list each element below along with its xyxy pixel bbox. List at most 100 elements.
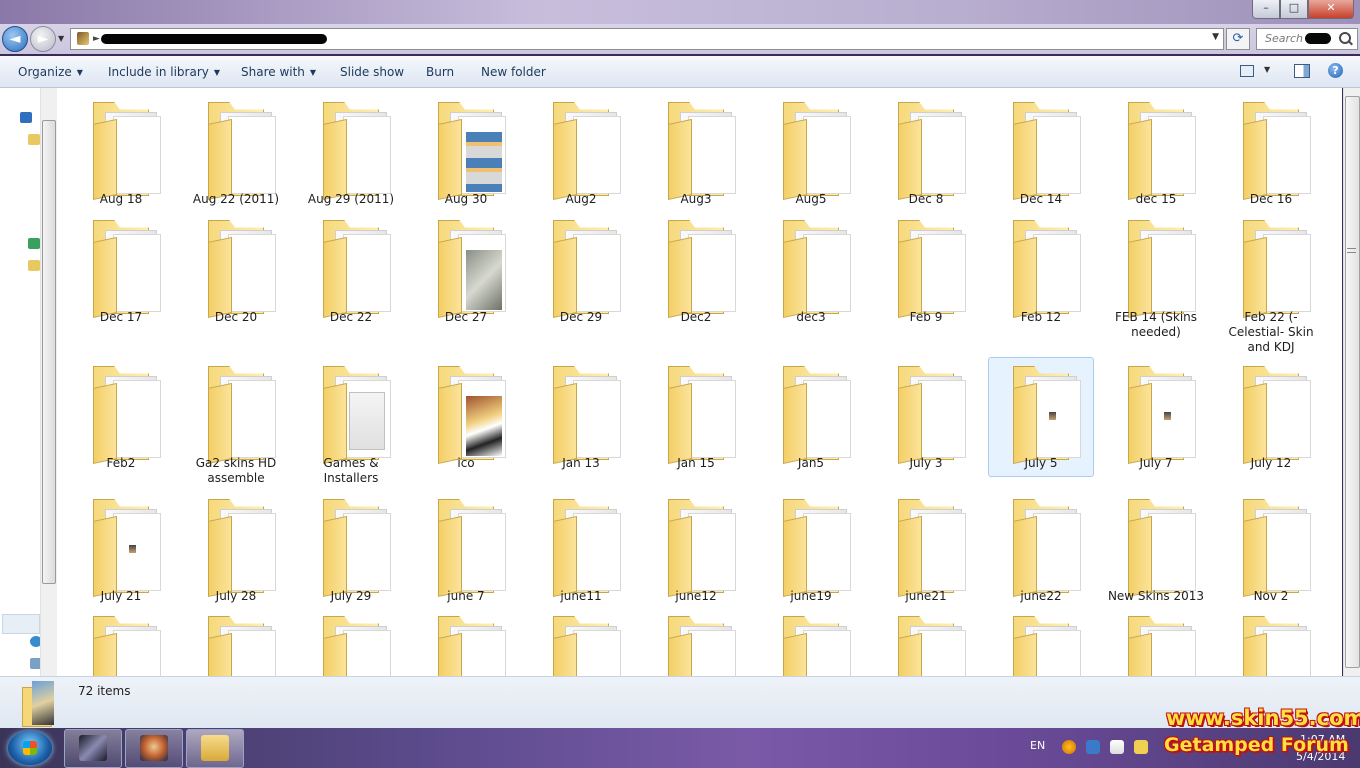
selected-nav-item[interactable] [2, 614, 40, 634]
folder-label: Aug2 [565, 192, 597, 206]
content-scrollbar-thumb[interactable] [1345, 96, 1360, 668]
forward-button[interactable]: ► [30, 26, 56, 52]
folder-item[interactable]: Aug 30 [414, 94, 518, 212]
folder-label: July 12 [1250, 456, 1292, 470]
folder-item[interactable]: Dec 20 [184, 212, 288, 352]
folder-item[interactable]: june11 [529, 491, 633, 609]
folder-item[interactable]: Dec 17 [69, 212, 173, 352]
change-view-icon[interactable] [1240, 65, 1254, 77]
folder-item[interactable]: dec3 [759, 212, 863, 352]
maximize-button[interactable]: □ [1280, 0, 1308, 19]
language-indicator[interactable]: EN [1030, 739, 1045, 752]
slide-show-button[interactable]: Slide show [340, 65, 404, 79]
folder-item[interactable]: Jan 13 [529, 358, 633, 476]
folder-item[interactable] [874, 608, 978, 676]
action-center-flag-icon[interactable] [1110, 740, 1124, 754]
folder-item[interactable] [184, 608, 288, 676]
recent-pages-dropdown[interactable]: ▼ [58, 34, 64, 43]
folder-item[interactable]: Dec 29 [529, 212, 633, 352]
network-folder-icon[interactable] [28, 134, 40, 145]
computer-icon[interactable] [20, 112, 32, 123]
tray-tool-icon[interactable] [1134, 740, 1148, 754]
tray-display-icon[interactable] [1086, 740, 1100, 754]
address-row: ◄ ► ▼ ► ▼ ⟳ Search [0, 24, 1360, 54]
close-button[interactable]: ✕ [1308, 0, 1354, 19]
folder-item[interactable]: Aug 18 [69, 94, 173, 212]
folder-item[interactable]: june21 [874, 491, 978, 609]
search-icon[interactable] [1339, 32, 1351, 44]
folder-thumbnail-icon [22, 681, 58, 727]
folder-item[interactable] [1104, 608, 1208, 676]
folder-item[interactable] [644, 608, 748, 676]
folder-item[interactable]: July 28 [184, 491, 288, 609]
refresh-button[interactable]: ⟳ [1226, 28, 1250, 50]
folder-item[interactable]: Feb 12 [989, 212, 1093, 352]
taskbar-app-game[interactable] [64, 729, 122, 768]
folder-item[interactable]: Dec 22 [299, 212, 403, 352]
folder-item[interactable]: FEB 14 (Skins needed) [1104, 212, 1208, 352]
folder-item[interactable]: Jan5 [759, 358, 863, 476]
folder-item[interactable]: Feb 9 [874, 212, 978, 352]
folder-icon[interactable] [28, 260, 40, 271]
folder-item[interactable]: Aug 29 (2011) [299, 94, 403, 212]
folder-item[interactable]: Feb 22 (-Celestial- Skin and KDJ [1219, 212, 1323, 354]
folder-item[interactable]: Dec 27 [414, 212, 518, 352]
folder-item[interactable] [1219, 608, 1323, 676]
folder-item[interactable]: July 5 [988, 357, 1094, 477]
folder-item[interactable]: Dec 16 [1219, 94, 1323, 212]
folder-item[interactable]: July 3 [874, 358, 978, 476]
folder-item[interactable] [529, 608, 633, 676]
preview-pane-icon[interactable] [1294, 64, 1310, 78]
folder-item[interactable]: ico [414, 358, 518, 476]
folder-item[interactable]: Ga2 skins HD assemble [184, 358, 288, 485]
folder-item[interactable]: July 29 [299, 491, 403, 609]
include-in-library-menu[interactable]: Include in library ▼ [108, 65, 220, 79]
status-bar: 72 items [0, 676, 1360, 729]
folder-item[interactable]: Aug 22 (2011) [184, 94, 288, 212]
folder-item[interactable] [69, 608, 173, 676]
tray-app-icon[interactable] [1062, 740, 1076, 754]
folder-item[interactable]: june19 [759, 491, 863, 609]
folder-item[interactable]: Feb2 [69, 358, 173, 476]
taskbar-app-explorer[interactable] [186, 729, 244, 768]
folder-icon [898, 220, 966, 318]
folder-item[interactable]: Nov 2 [1219, 491, 1323, 609]
breadcrumb-chevron-icon[interactable]: ► [93, 34, 100, 44]
folder-item[interactable]: Jan 15 [644, 358, 748, 476]
folder-item[interactable]: Dec 8 [874, 94, 978, 212]
start-button[interactable] [8, 731, 52, 765]
new-folder-button[interactable]: New folder [481, 65, 546, 79]
view-options-dropdown[interactable]: ▼ [1264, 65, 1270, 74]
taskbar-app-media[interactable] [125, 729, 183, 768]
help-icon[interactable]: ? [1328, 63, 1343, 78]
folder-item[interactable]: Aug2 [529, 94, 633, 212]
share-with-menu[interactable]: Share with ▼ [241, 65, 316, 79]
folder-item[interactable]: Dec2 [644, 212, 748, 352]
minimize-button[interactable]: – [1252, 0, 1280, 19]
folder-item[interactable]: june22 [989, 491, 1093, 609]
folder-item[interactable]: Dec 14 [989, 94, 1093, 212]
folder-item[interactable]: june 7 [414, 491, 518, 609]
folder-item[interactable] [989, 608, 1093, 676]
folder-item[interactable]: Games & Installers [299, 358, 403, 485]
folder-item[interactable]: Aug3 [644, 94, 748, 212]
address-bar[interactable]: ► ▼ [70, 28, 1224, 50]
folder-item[interactable]: june12 [644, 491, 748, 609]
folder-item[interactable]: July 7 [1104, 358, 1208, 476]
burn-button[interactable]: Burn [426, 65, 454, 79]
back-button[interactable]: ◄ [2, 26, 28, 52]
folder-item[interactable]: New Skins 2013 [1104, 491, 1208, 609]
folder-label: Feb 9 [909, 310, 943, 324]
address-dropdown-icon[interactable]: ▼ [1212, 32, 1219, 42]
folder-item[interactable]: dec 15 [1104, 94, 1208, 212]
folder-item[interactable]: Aug5 [759, 94, 863, 212]
folder-item[interactable] [414, 608, 518, 676]
organize-menu[interactable]: Organize ▼ [18, 65, 83, 79]
search-input[interactable]: Search [1256, 28, 1358, 50]
folder-item[interactable]: July 12 [1219, 358, 1323, 476]
homegroup-icon[interactable] [28, 238, 40, 249]
folder-item[interactable] [759, 608, 863, 676]
folder-item[interactable] [299, 608, 403, 676]
nav-scrollbar-thumb[interactable] [42, 120, 56, 584]
folder-item[interactable]: July 21 [69, 491, 173, 609]
